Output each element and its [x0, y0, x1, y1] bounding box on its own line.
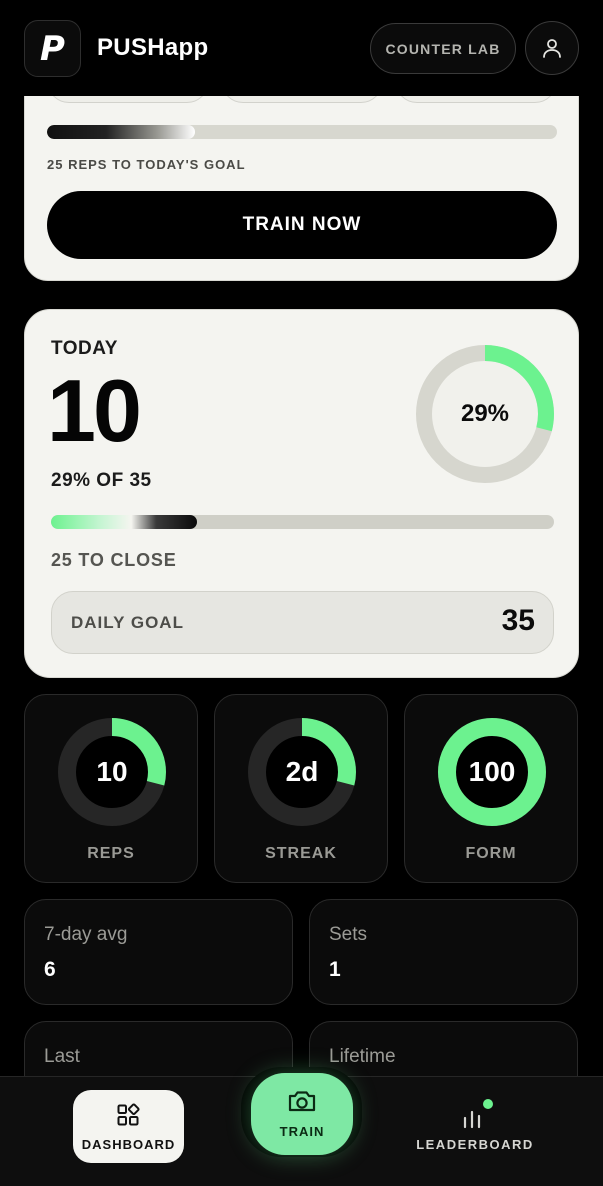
nav-train[interactable]: TRAIN	[251, 1073, 353, 1155]
app-header: P PUSHapp COUNTER LAB	[0, 0, 603, 96]
today-percent-of-goal: 29% OF 35	[51, 470, 152, 491]
app-name: PUSHapp	[97, 34, 209, 61]
form-tile[interactable]: 100 FORM	[404, 694, 578, 883]
goal-progress-bar	[47, 125, 557, 139]
today-card: TODAY 10 29% OF 35 29% 25 TO CLOSE DAILY…	[24, 309, 579, 678]
grid-icon	[117, 1103, 140, 1126]
seven-day-avg-card: 7-day avg 6	[24, 899, 293, 1005]
today-progress-bar	[51, 515, 554, 529]
today-rep-count: 10	[47, 361, 142, 460]
reps-value: 10	[96, 756, 128, 787]
nav-leaderboard-label: LEADERBOARD	[416, 1137, 534, 1152]
counter-lab-button[interactable]: COUNTER LAB	[370, 23, 516, 74]
streak-label: STREAK	[265, 845, 337, 862]
streak-ring: 2d	[245, 715, 359, 829]
sets-card: Sets 1	[309, 899, 578, 1005]
streak-value: 2d	[285, 756, 319, 787]
logo-mark: P	[40, 28, 65, 69]
reps-label: REPS	[87, 845, 135, 862]
leaderboard-notification-dot	[483, 1099, 493, 1109]
today-progress-ring: 29%	[415, 344, 555, 484]
profile-button[interactable]	[525, 21, 579, 75]
form-label: FORM	[465, 845, 517, 862]
reps-tile[interactable]: 10 REPS	[24, 694, 198, 883]
lifetime-label: Lifetime	[329, 1046, 396, 1067]
sets-label: Sets	[329, 924, 368, 945]
sets-value: 1	[329, 958, 341, 981]
bar-chart-icon	[463, 1110, 481, 1129]
form-ring: 100	[435, 715, 549, 829]
daily-goal-value: 35	[501, 604, 535, 637]
camera-icon	[288, 1091, 316, 1112]
reps-to-goal-label: 25 REPS TO TODAY'S GOAL	[47, 157, 246, 172]
daily-goal-label: DAILY GOAL	[71, 613, 184, 632]
bottom-nav: DASHBOARD TRAIN LEADERBOARD	[0, 1067, 603, 1186]
train-now-button[interactable]: TRAIN NOW	[47, 191, 557, 259]
nav-leaderboard[interactable]: LEADERBOARD	[410, 1090, 540, 1163]
nav-train-label: TRAIN	[279, 1124, 325, 1139]
to-close-label: 25 TO CLOSE	[51, 550, 177, 570]
reps-ring: 10	[55, 715, 169, 829]
app-logo[interactable]: P	[24, 20, 81, 77]
form-value: 100	[468, 756, 516, 787]
user-icon	[543, 39, 561, 58]
today-ring-percent: 29%	[460, 400, 510, 427]
seven-day-avg-value: 6	[44, 958, 56, 981]
goal-progress-fill	[47, 125, 195, 139]
today-progress-fill	[51, 515, 197, 529]
today-label: TODAY	[51, 338, 118, 359]
last-label: Last	[44, 1046, 80, 1067]
nav-dashboard[interactable]: DASHBOARD	[73, 1090, 184, 1163]
nav-dashboard-label: DASHBOARD	[81, 1137, 176, 1152]
streak-tile[interactable]: 2d STREAK	[214, 694, 388, 883]
seven-day-avg-label: 7-day avg	[44, 924, 128, 945]
daily-goal-field[interactable]: DAILY GOAL 35	[51, 591, 554, 654]
